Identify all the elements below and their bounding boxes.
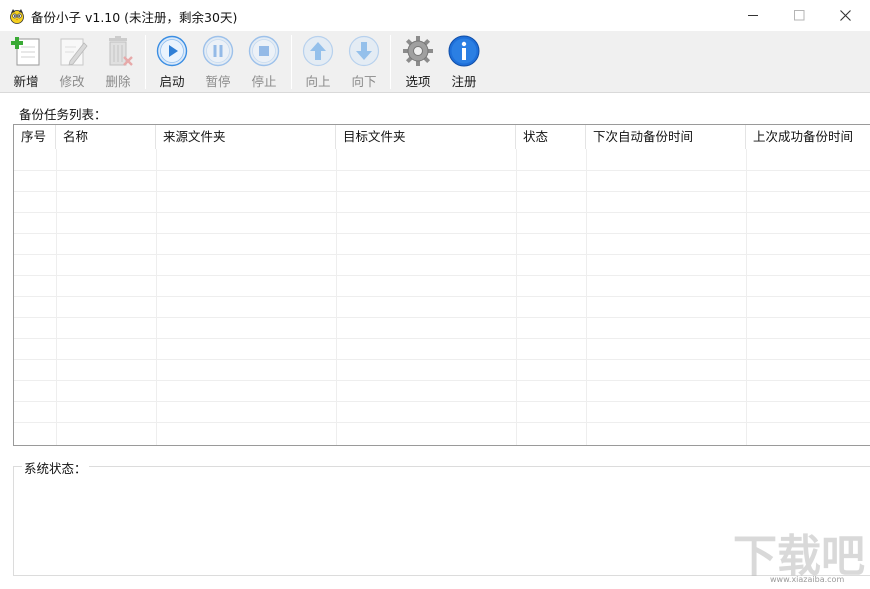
minimize-button[interactable] [730, 0, 776, 31]
minimize-icon [748, 10, 759, 21]
pause-icon [202, 35, 234, 67]
grid-line [14, 254, 870, 255]
move-down-button-label: 向下 [341, 71, 387, 90]
grid-line [14, 338, 870, 339]
edit-button-label: 修改 [49, 71, 95, 90]
move-down-button[interactable]: 向下 [341, 33, 387, 91]
register-button[interactable]: 注册 [441, 33, 487, 91]
column-header-next-backup[interactable]: 下次自动备份时间 [586, 125, 746, 149]
column-header-name[interactable]: 名称 [56, 125, 156, 149]
grid-line [14, 275, 870, 276]
move-up-button-label: 向上 [295, 71, 341, 90]
grid-line [14, 233, 870, 234]
add-button[interactable]: 新增 [3, 33, 49, 91]
task-table[interactable]: 序号 名称 来源文件夹 目标文件夹 状态 下次自动备份时间 上次成功备份时间 [13, 124, 870, 446]
pause-button-label: 暂停 [195, 71, 241, 90]
grid-line [14, 170, 870, 171]
window-title: 备份小子 v1.10 (未注册，剩余30天) [31, 7, 237, 26]
close-icon [840, 10, 851, 21]
close-button[interactable] [822, 0, 868, 31]
table-header: 序号 名称 来源文件夹 目标文件夹 状态 下次自动备份时间 上次成功备份时间 [14, 125, 870, 149]
move-up-button[interactable]: 向上 [295, 33, 341, 91]
add-button-label: 新增 [3, 71, 49, 90]
pause-button[interactable]: 暂停 [195, 33, 241, 91]
column-header-index[interactable]: 序号 [14, 125, 56, 149]
watermark-url: www.xiazaiba.com [770, 575, 844, 584]
arrow-up-icon [302, 35, 334, 67]
maximize-icon [794, 10, 805, 21]
task-list-label: 备份任务列表： [19, 104, 107, 123]
status-label: 系统状态： [22, 458, 89, 477]
grid-line [14, 422, 870, 423]
play-icon [156, 35, 188, 67]
edit-button[interactable]: 修改 [49, 33, 95, 91]
stop-icon [248, 35, 280, 67]
toolbar-separator [145, 35, 146, 89]
maximize-button[interactable] [776, 0, 822, 31]
add-document-icon [10, 35, 42, 67]
stop-button[interactable]: 停止 [241, 33, 287, 91]
delete-button-label: 删除 [95, 71, 141, 90]
edit-pencil-icon [56, 35, 88, 67]
delete-button[interactable]: 删除 [95, 33, 141, 91]
grid-line [14, 401, 870, 402]
toolbar: 新增 修改 删除 启动 [0, 31, 870, 93]
toolbar-separator [390, 35, 391, 89]
info-icon [448, 35, 480, 67]
arrow-down-icon [348, 35, 380, 67]
stop-button-label: 停止 [241, 71, 287, 90]
grid-line [14, 212, 870, 213]
start-button-label: 启动 [149, 71, 195, 90]
grid-line [14, 296, 870, 297]
toolbar-separator [291, 35, 292, 89]
register-button-label: 注册 [441, 71, 487, 90]
column-header-status[interactable]: 状态 [516, 125, 586, 149]
gear-icon [402, 35, 434, 67]
trash-delete-icon [102, 35, 134, 67]
grid-line [14, 317, 870, 318]
start-button[interactable]: 启动 [149, 33, 195, 91]
options-button-label: 选项 [395, 71, 441, 90]
grid-line [14, 191, 870, 192]
column-header-last-backup[interactable]: 上次成功备份时间 [746, 125, 870, 149]
owl-mascot-icon [9, 8, 25, 24]
title-bar: 备份小子 v1.10 (未注册，剩余30天) [0, 0, 870, 31]
grid-line [14, 380, 870, 381]
column-header-target[interactable]: 目标文件夹 [336, 125, 516, 149]
column-header-source[interactable]: 来源文件夹 [156, 125, 336, 149]
grid-line [14, 359, 870, 360]
options-button[interactable]: 选项 [395, 33, 441, 91]
